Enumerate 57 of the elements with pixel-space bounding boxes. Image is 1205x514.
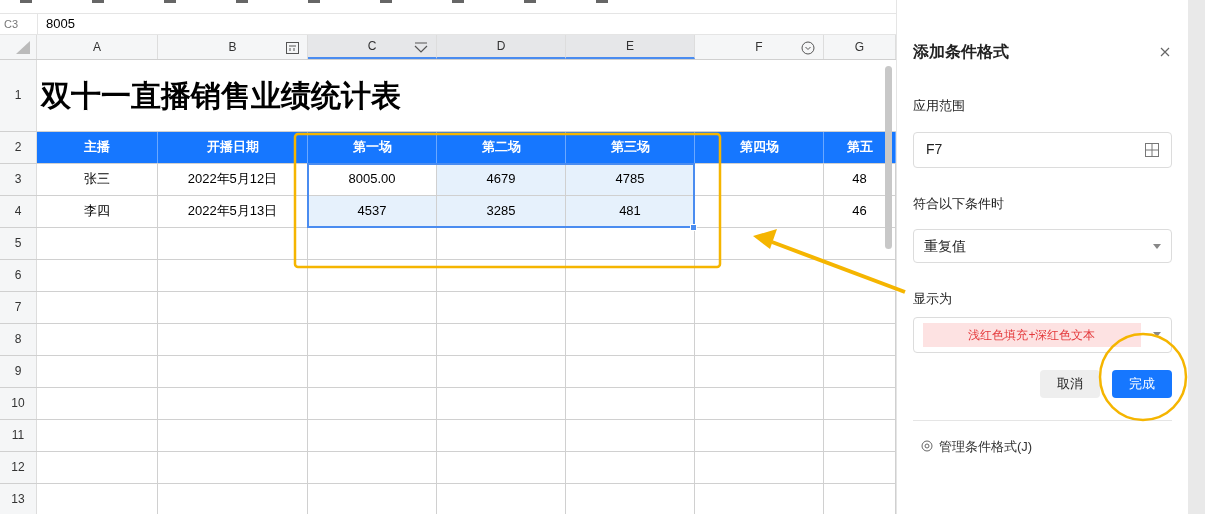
- row-number: 12: [0, 451, 37, 483]
- filter-icon[interactable]: [414, 41, 428, 54]
- table-cell: 481: [566, 195, 695, 227]
- row-number: 11: [0, 419, 37, 451]
- caret-icon: [1153, 332, 1161, 337]
- display-label: 显示为: [913, 290, 953, 308]
- toolbar-icon[interactable]: [308, 0, 320, 3]
- toolbar-icon[interactable]: [380, 0, 392, 3]
- table-cell: 3285: [437, 195, 566, 227]
- toolbar-icon[interactable]: [452, 0, 464, 3]
- row-number: 1: [0, 59, 37, 131]
- fill-handle[interactable]: [690, 223, 697, 231]
- condition-dropdown[interactable]: 重复值: [913, 229, 1172, 263]
- column-header[interactable]: A: [37, 34, 158, 59]
- toolbar-icon[interactable]: [92, 0, 104, 3]
- dropdown-icon[interactable]: [801, 40, 815, 55]
- table-cell: 4679: [437, 163, 566, 195]
- column-header[interactable]: F: [695, 34, 824, 59]
- row-number: 8: [0, 323, 37, 355]
- cell-reference: C3: [3, 16, 20, 32]
- toolbar-icon[interactable]: [524, 0, 536, 3]
- toolbar-icon[interactable]: [236, 0, 248, 3]
- header-cell: 第四场: [695, 131, 824, 163]
- row-number: 13: [0, 483, 37, 514]
- format-preview: 浅红色填充+深红色文本: [923, 322, 1141, 347]
- row-number: 6: [0, 259, 37, 291]
- cancel-button[interactable]: 取消: [1040, 369, 1100, 398]
- header-cell: 主播: [37, 131, 158, 163]
- range-field[interactable]: F7: [913, 131, 1172, 168]
- sheet-title: 双十一直播销售业绩统计表: [39, 77, 401, 114]
- column-header[interactable]: D: [437, 34, 566, 59]
- table-cell: 4537: [308, 195, 437, 227]
- range-label: 应用范围: [913, 97, 966, 115]
- condition-label: 符合以下条件时: [913, 194, 1005, 213]
- row-number: 4: [0, 195, 37, 227]
- row-number: 2: [0, 131, 37, 163]
- column-header[interactable]: C: [308, 34, 437, 59]
- column-header[interactable]: E: [566, 34, 695, 59]
- row-number: 10: [0, 387, 37, 419]
- grid-icon[interactable]: [1145, 142, 1159, 157]
- display-dropdown[interactable]: 浅红色填充+深红色文本: [913, 316, 1172, 353]
- row-number: 5: [0, 227, 37, 259]
- row-number: 9: [0, 355, 37, 387]
- gear-icon[interactable]: [921, 440, 933, 453]
- toolbar-icon[interactable]: [164, 0, 176, 3]
- panel-title: 添加条件格式: [913, 42, 1009, 62]
- row-number: 7: [0, 291, 37, 323]
- caret-icon: [1153, 243, 1161, 249]
- header-cell: 开播日期: [158, 131, 308, 163]
- row-number: 3: [0, 163, 37, 195]
- toolbar-icon[interactable]: [20, 0, 32, 3]
- manage-link[interactable]: 管理条件格式(J): [939, 436, 1033, 456]
- table-cell: 4785: [566, 163, 695, 195]
- calendar-icon[interactable]: [286, 41, 299, 54]
- scrollbar[interactable]: [885, 65, 892, 249]
- done-button[interactable]: 完成: [1112, 369, 1172, 398]
- toolbar-icon[interactable]: [596, 0, 608, 3]
